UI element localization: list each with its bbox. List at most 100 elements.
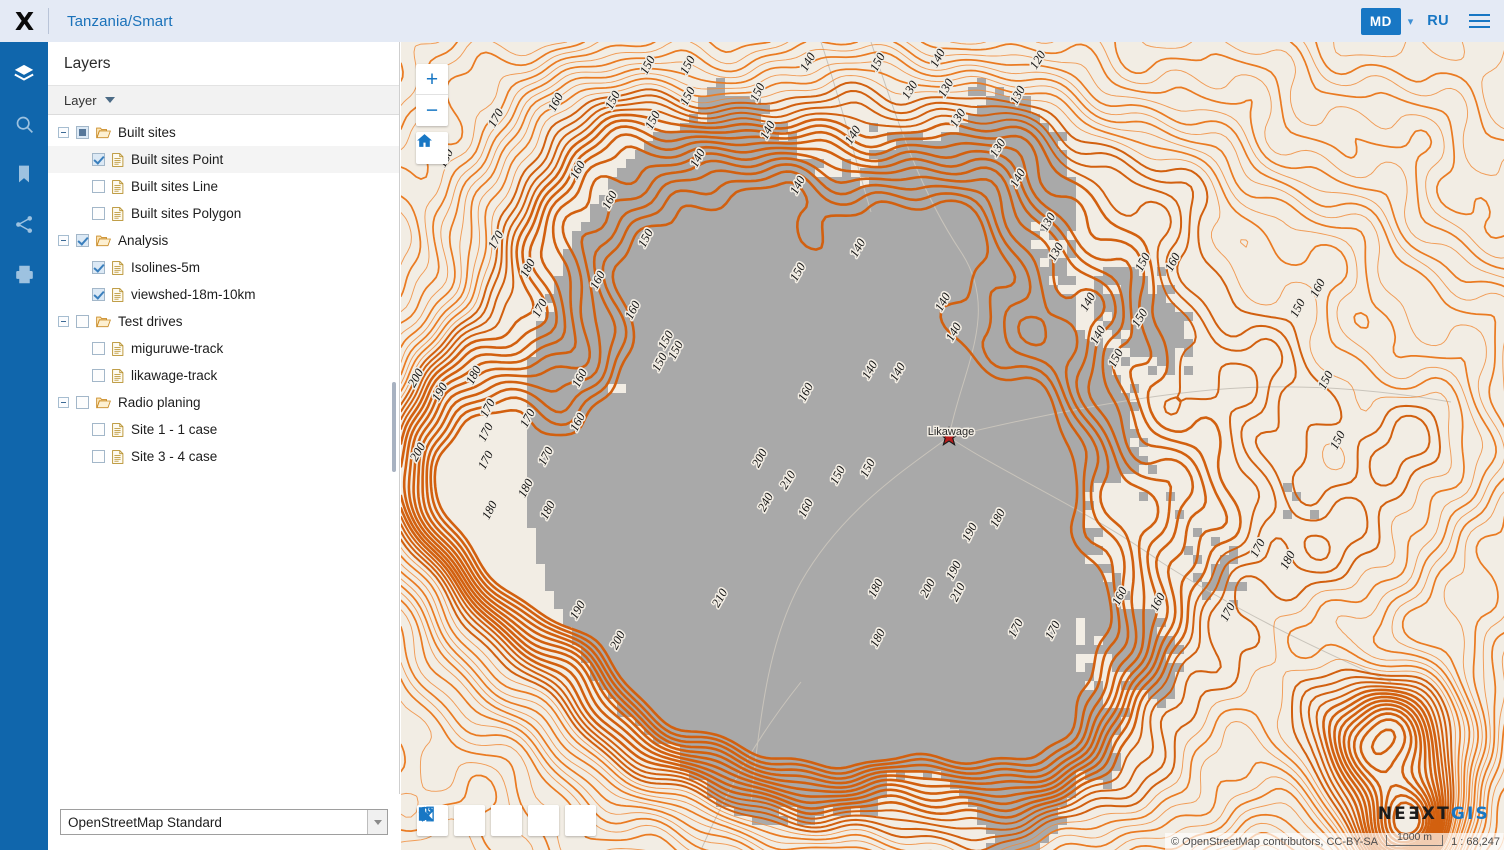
layers-icon bbox=[14, 64, 34, 81]
zoom-in-button[interactable]: + bbox=[416, 64, 448, 95]
visibility-checkbox[interactable] bbox=[76, 234, 89, 247]
nextgis-x-logo[interactable]: X bbox=[0, 0, 48, 42]
scale-bar-label: 1000 m bbox=[1397, 831, 1433, 843]
layer-file-icon bbox=[112, 260, 124, 275]
measure-area-tool[interactable] bbox=[419, 805, 559, 836]
layer-label: Isolines-5m bbox=[131, 260, 201, 275]
chevron-down-icon bbox=[104, 97, 115, 103]
layer-row[interactable]: Built sites Polygon bbox=[48, 200, 399, 227]
rail-item-share[interactable] bbox=[0, 202, 48, 246]
layer-file-icon bbox=[112, 422, 124, 437]
brand-part-3: GIS bbox=[1450, 804, 1490, 824]
layer-file-icon bbox=[112, 179, 124, 194]
contour-label: 180 bbox=[1277, 548, 1299, 572]
rail-item-bookmarks[interactable] bbox=[0, 152, 48, 196]
expander-toggle[interactable] bbox=[58, 127, 69, 138]
user-avatar-badge[interactable]: MD bbox=[1360, 7, 1401, 35]
layer-row[interactable]: viewshed-18m-10km bbox=[48, 281, 399, 308]
visibility-checkbox[interactable] bbox=[92, 207, 105, 220]
layer-file-icon bbox=[112, 287, 124, 302]
layer-row[interactable]: Built sites Point bbox=[48, 146, 399, 173]
layer-group-row[interactable]: Analysis bbox=[48, 227, 399, 254]
expander-toggle[interactable] bbox=[58, 397, 69, 408]
layer-group-row[interactable]: Built sites bbox=[48, 119, 399, 146]
layer-label: Built sites bbox=[118, 125, 176, 140]
project-title[interactable]: Tanzania/Smart bbox=[67, 13, 173, 30]
header-divider bbox=[48, 8, 49, 34]
chevron-down-icon[interactable] bbox=[367, 810, 387, 834]
layers-panel: Layers Layer Built sites Built sites Poin… bbox=[48, 42, 400, 850]
layer-row[interactable]: Site 1 - 1 case bbox=[48, 416, 399, 443]
zoom-controls: + − bbox=[416, 64, 448, 126]
expander-toggle[interactable] bbox=[58, 235, 69, 246]
chevron-down-icon[interactable]: ▾ bbox=[1408, 15, 1414, 28]
layer-label: Analysis bbox=[118, 233, 169, 248]
visibility-checkbox[interactable] bbox=[92, 261, 105, 274]
layer-label: Radio planing bbox=[118, 395, 201, 410]
home-icon bbox=[417, 134, 432, 147]
panel-scrollbar[interactable] bbox=[392, 382, 396, 472]
layer-row[interactable]: likawage-track bbox=[48, 362, 399, 389]
contour-label: 150 bbox=[637, 53, 659, 77]
expander-toggle[interactable] bbox=[58, 316, 69, 327]
layer-group-row[interactable]: Test drives bbox=[48, 308, 399, 335]
language-switch[interactable]: RU bbox=[1427, 13, 1449, 29]
layer-label: Test drives bbox=[118, 314, 183, 329]
visibility-checkbox[interactable] bbox=[76, 396, 89, 409]
hamburger-menu-icon[interactable] bbox=[1469, 14, 1490, 28]
swipe-compare-tool[interactable] bbox=[418, 805, 596, 836]
rail-item-layers[interactable] bbox=[0, 52, 48, 96]
visibility-checkbox[interactable] bbox=[92, 423, 105, 436]
layer-row[interactable]: Isolines-5m bbox=[48, 254, 399, 281]
brand-part-2: XT bbox=[1421, 804, 1451, 824]
layer-dropdown-button[interactable]: Layer bbox=[48, 86, 399, 115]
layer-label: Built sites Line bbox=[131, 179, 219, 194]
layer-row[interactable]: Built sites Line bbox=[48, 173, 399, 200]
visibility-checkbox[interactable] bbox=[76, 315, 89, 328]
panel-title: Layers bbox=[48, 42, 399, 86]
measure-distance-tool[interactable] bbox=[419, 805, 522, 836]
layer-row[interactable]: miguruwe-track bbox=[48, 335, 399, 362]
visibility-checkbox[interactable] bbox=[92, 342, 105, 355]
app-header: X Tanzania/Smart MD ▾ RU bbox=[0, 0, 1504, 42]
share-icon bbox=[15, 215, 32, 233]
rail-item-search[interactable] bbox=[0, 102, 48, 146]
layer-label: Built sites Polygon bbox=[131, 206, 242, 221]
logo-glyph: X bbox=[14, 6, 34, 36]
visibility-checkbox[interactable] bbox=[92, 180, 105, 193]
contour-label: 150 bbox=[1327, 428, 1349, 452]
layer-file-icon bbox=[112, 368, 124, 383]
swipe-icon bbox=[418, 806, 434, 822]
layer-file-icon bbox=[112, 449, 124, 464]
layer-dropdown-label: Layer bbox=[64, 92, 97, 108]
map-tools bbox=[417, 805, 596, 836]
layer-row[interactable]: Site 3 - 4 case bbox=[48, 443, 399, 470]
tool-rail bbox=[0, 42, 48, 850]
visibility-checkbox[interactable] bbox=[92, 288, 105, 301]
rail-item-print[interactable] bbox=[0, 252, 48, 296]
visibility-checkbox[interactable] bbox=[92, 153, 105, 166]
layer-tree[interactable]: Built sites Built sites Point Built sites … bbox=[48, 116, 399, 794]
folder-icon bbox=[96, 316, 111, 328]
zoom-out-box-tool[interactable] bbox=[418, 805, 485, 836]
map-canvas[interactable]: 150 150 150 150 140 140 150 150 140 140 120 120 170 1… bbox=[401, 42, 1504, 850]
folder-icon bbox=[96, 127, 111, 139]
visibility-checkbox[interactable] bbox=[92, 450, 105, 463]
contour-label: 120 bbox=[1027, 48, 1049, 72]
layer-label: Built sites Point bbox=[131, 152, 224, 167]
visibility-checkbox[interactable] bbox=[92, 369, 105, 382]
scale-bar: 1000 m bbox=[1386, 831, 1444, 846]
basemap-selected-label: OpenStreetMap Standard bbox=[68, 814, 222, 830]
contour-label: 150 bbox=[747, 80, 768, 104]
brand-part-mirror: Ǝ bbox=[1407, 804, 1422, 824]
layer-file-icon bbox=[112, 152, 124, 167]
attribution-text[interactable]: © OpenStreetMap contributors, CC-BY-SA bbox=[1171, 836, 1378, 848]
basemap-select[interactable]: OpenStreetMap Standard bbox=[60, 809, 388, 835]
visibility-checkbox[interactable] bbox=[76, 126, 89, 139]
print-icon bbox=[15, 265, 33, 283]
contour-label: 140 bbox=[927, 46, 949, 70]
home-extent-button[interactable] bbox=[416, 132, 448, 164]
zoom-out-button[interactable]: − bbox=[416, 95, 448, 126]
layer-group-row[interactable]: Radio planing bbox=[48, 389, 399, 416]
layer-label: likawage-track bbox=[131, 368, 218, 383]
